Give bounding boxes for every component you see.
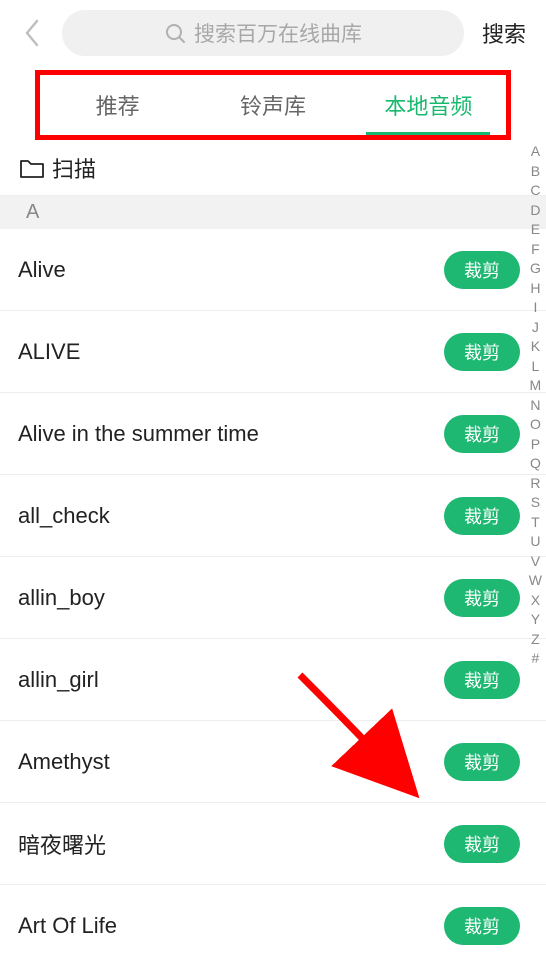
highlight-annotation: 推荐 铃声库 本地音频 [35,70,511,140]
search-icon [164,22,186,44]
index-letter[interactable]: T [531,515,540,529]
index-letter[interactable]: B [531,164,540,178]
song-title: Alive in the summer time [18,421,259,447]
list-item[interactable]: all_check 裁剪 [0,475,546,557]
song-title: ALIVE [18,339,80,365]
index-letter[interactable]: K [531,339,540,353]
index-letter[interactable]: Y [531,612,540,626]
tab-library[interactable]: 铃声库 [195,77,350,133]
search-input[interactable]: 搜索百万在线曲库 [62,10,464,56]
list-item[interactable]: 暗夜曙光 裁剪 [0,803,546,885]
song-title: 暗夜曙光 [18,828,106,860]
trim-button[interactable]: 裁剪 [444,497,520,535]
index-letter[interactable]: Z [531,632,540,646]
trim-button[interactable]: 裁剪 [444,415,520,453]
index-letter[interactable]: U [530,534,540,548]
list-item[interactable]: Amethyst 裁剪 [0,721,546,803]
index-letter[interactable]: L [531,359,539,373]
section-header: A [0,196,546,229]
list-item[interactable]: allin_girl 裁剪 [0,639,546,721]
index-letter[interactable]: P [531,437,540,451]
song-title: all_check [18,503,110,529]
tab-bar: 推荐 铃声库 本地音频 [40,77,506,133]
trim-button[interactable]: 裁剪 [444,661,520,699]
index-letter[interactable]: W [529,573,542,587]
song-title: Amethyst [18,749,110,775]
song-title: allin_girl [18,667,99,693]
list-item[interactable]: Art Of Life 裁剪 [0,885,546,967]
index-letter[interactable]: O [530,417,541,431]
index-letter[interactable]: F [531,242,540,256]
index-letter[interactable]: E [531,222,540,236]
index-letter[interactable]: S [531,495,540,509]
index-letter[interactable]: R [530,476,540,490]
index-letter[interactable]: V [531,554,540,568]
index-letter[interactable]: H [530,281,540,295]
scan-button[interactable]: 扫描 [0,140,546,196]
list-item[interactable]: Alive 裁剪 [0,229,546,311]
index-letter[interactable]: G [530,261,541,275]
index-letter[interactable]: A [531,144,540,158]
index-letter[interactable]: C [530,183,540,197]
trim-button[interactable]: 裁剪 [444,825,520,863]
list-item[interactable]: ALIVE 裁剪 [0,311,546,393]
back-button[interactable] [10,11,54,55]
app-header: 搜索百万在线曲库 搜索 [0,0,546,66]
scan-label: 扫描 [52,152,96,184]
trim-button[interactable]: 裁剪 [444,579,520,617]
song-title: allin_boy [18,585,105,611]
trim-button[interactable]: 裁剪 [444,251,520,289]
search-button[interactable]: 搜索 [472,17,536,49]
trim-button[interactable]: 裁剪 [444,907,520,945]
index-letter[interactable]: D [530,203,540,217]
tab-recommend[interactable]: 推荐 [40,77,195,133]
tab-local-audio[interactable]: 本地音频 [351,77,506,133]
index-letter[interactable]: M [530,378,542,392]
trim-button[interactable]: 裁剪 [444,333,520,371]
index-letter[interactable]: Q [530,456,541,470]
folder-icon [20,157,44,179]
index-letter[interactable]: # [531,651,539,665]
song-list: Alive 裁剪 ALIVE 裁剪 Alive in the summer ti… [0,229,546,967]
index-letter[interactable]: N [530,398,540,412]
chevron-left-icon [23,18,41,48]
alphabet-index: A B C D E F G H I J K L M N O P Q R S T … [529,144,542,665]
index-letter[interactable]: J [532,320,539,334]
index-letter[interactable]: X [531,593,540,607]
trim-button[interactable]: 裁剪 [444,743,520,781]
song-title: Art Of Life [18,913,117,939]
song-title: Alive [18,257,66,283]
list-item[interactable]: allin_boy 裁剪 [0,557,546,639]
index-letter[interactable]: I [533,300,537,314]
search-placeholder-text: 搜索百万在线曲库 [194,18,362,48]
list-item[interactable]: Alive in the summer time 裁剪 [0,393,546,475]
